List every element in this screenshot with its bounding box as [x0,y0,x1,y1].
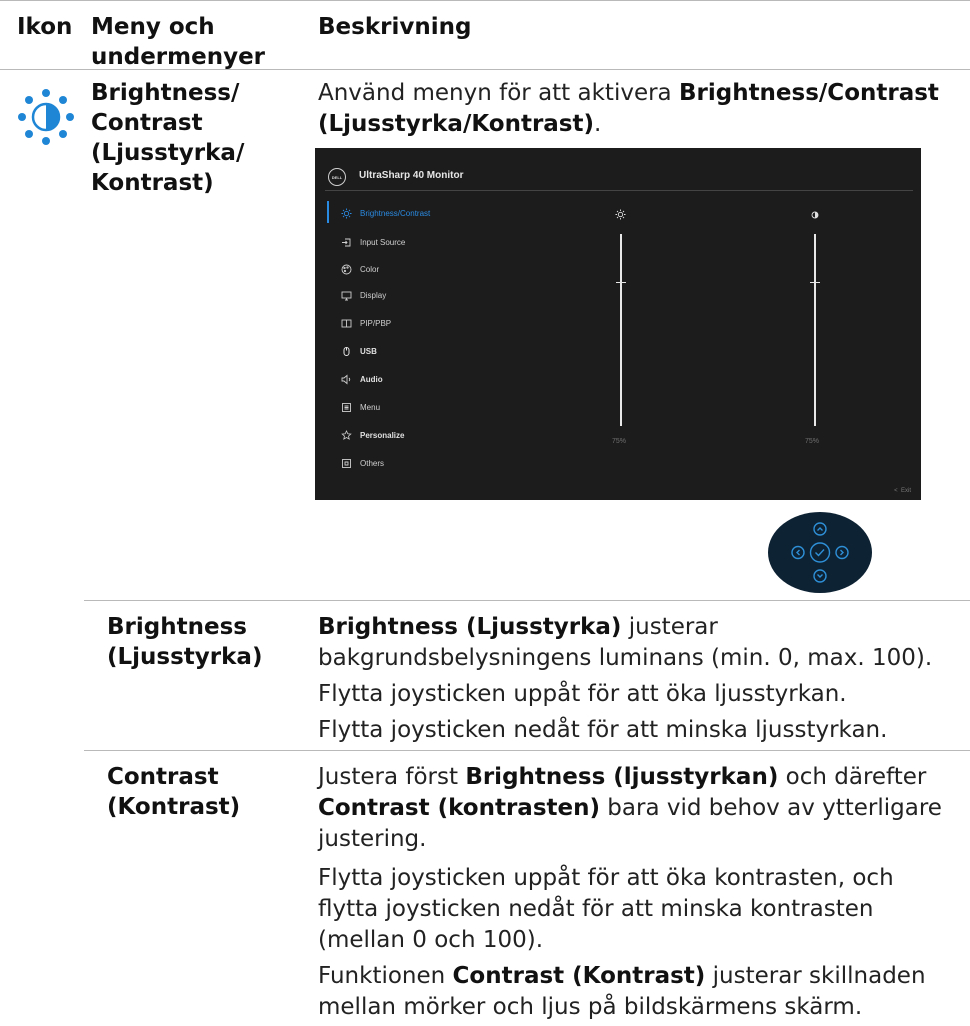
osd-item-audio[interactable]: Audio [341,372,383,386]
osd-item-label: Input Source [360,237,406,247]
osd-item-label: Brightness/Contrast [360,208,431,218]
menu-name-contrast: Contrast (Kontrast) [107,764,241,820]
color-palette-icon [341,264,352,275]
contrast-p1-mid: och därefter [778,764,927,790]
osd-item-label: Menu [360,402,381,412]
osd-item-menu[interactable]: Menu [341,400,380,414]
joystick-diagram [768,512,872,593]
osd-title: UltraSharp 40 Monitor [359,170,464,181]
menu-name-brightness-contrast: Brightness/ Contrast (Ljusstyrka/ Kontra… [91,80,245,196]
osd-item-others[interactable]: Others [341,456,384,470]
osd-item-label: Others [360,458,385,468]
osd-item-label: Color [360,264,380,274]
brightness-p1-bold: Brightness (Ljusstyrka) [318,614,622,640]
brightness-value: 75% [612,438,627,445]
osd-item-label: PIP/PBP [360,318,392,328]
contrast-p3-pre: Funktionen [318,963,453,989]
contrast-p1-bold2: Contrast (kontrasten) [318,795,600,821]
osd-item-label: Audio [360,374,383,384]
back-chevron-icon: < [894,488,898,494]
sub-rule-2 [84,750,970,751]
osd-item-brightness-contrast[interactable]: Brightness/Contrast [341,206,430,220]
brightness-icon [341,208,352,219]
pip-icon [341,318,352,329]
top-rule [0,0,970,1]
intro-post: . [594,111,602,137]
osd-item-label: Display [360,290,387,300]
contrast-p1-bold1: Brightness (ljusstyrkan) [465,764,779,790]
star-icon [341,429,352,441]
contrast-p3-bold: Contrast (Kontrast) [452,963,706,989]
osd-item-usb[interactable]: USB [341,344,377,358]
contrast-p2: Flytta joysticken uppåt för att öka kont… [318,865,894,953]
intro-text: Använd menyn för att aktivera Brightness… [318,78,948,140]
menu-name-brightness: Brightness (Ljusstyrka) [107,614,263,670]
slider-contrast-icon [811,211,819,219]
contrast-slider[interactable] [814,234,816,426]
slider-brightness-icon [615,209,626,220]
header-beskrivning: Beskrivning [318,14,472,40]
display-icon [341,290,352,301]
osd-item-label: USB [360,346,377,356]
exit-label: Exit [900,488,911,494]
contrast-p3: Funktionen Contrast (Kontrast) justerar … [318,961,948,1023]
header-ikon: Ikon [17,14,73,40]
osd-item-label: Personalize [360,430,405,440]
contrast-p1: Justera först Brightness (ljusstyrkan) o… [318,762,948,855]
contrast-p1-pre: Justera först [318,764,466,790]
mouse-icon [341,346,352,357]
sub-rule-1 [84,600,970,601]
osd-separator [325,190,913,191]
osd-item-display[interactable]: Display [341,288,386,302]
exit-button[interactable]: < Exit [894,488,911,494]
brightness-p2: Flytta joysticken uppåt för att öka ljus… [318,681,847,707]
brightness-slider-handle[interactable] [616,282,626,283]
brightness-p3: Flytta joysticken nedåt för att minska l… [318,717,888,743]
speaker-icon [341,374,352,385]
brightness-slider[interactable] [620,234,622,426]
dell-logo: DELL [328,168,346,186]
intro-pre: Använd menyn för att aktivera [318,80,679,106]
osd-screen: DELL UltraSharp 40 Monitor Brightness/Co… [315,148,921,500]
contrast-value: 75% [805,438,820,445]
menu-icon [341,402,352,413]
osd-item-pip-pbp[interactable]: PIP/PBP [341,316,391,330]
osd-item-input-source[interactable]: Input Source [341,235,405,249]
brightness-p1: Brightness (Ljusstyrka) justerar bakgrun… [318,612,958,674]
others-icon [341,458,352,469]
input-source-icon [341,237,352,248]
osd-item-personalize[interactable]: Personalize [341,428,404,442]
contrast-slider-handle[interactable] [810,282,820,283]
header-meny: Meny och undermenyer [91,14,266,70]
brightness-contrast-icon [18,89,74,145]
osd-item-color[interactable]: Color [341,262,379,276]
selection-indicator [327,201,329,223]
